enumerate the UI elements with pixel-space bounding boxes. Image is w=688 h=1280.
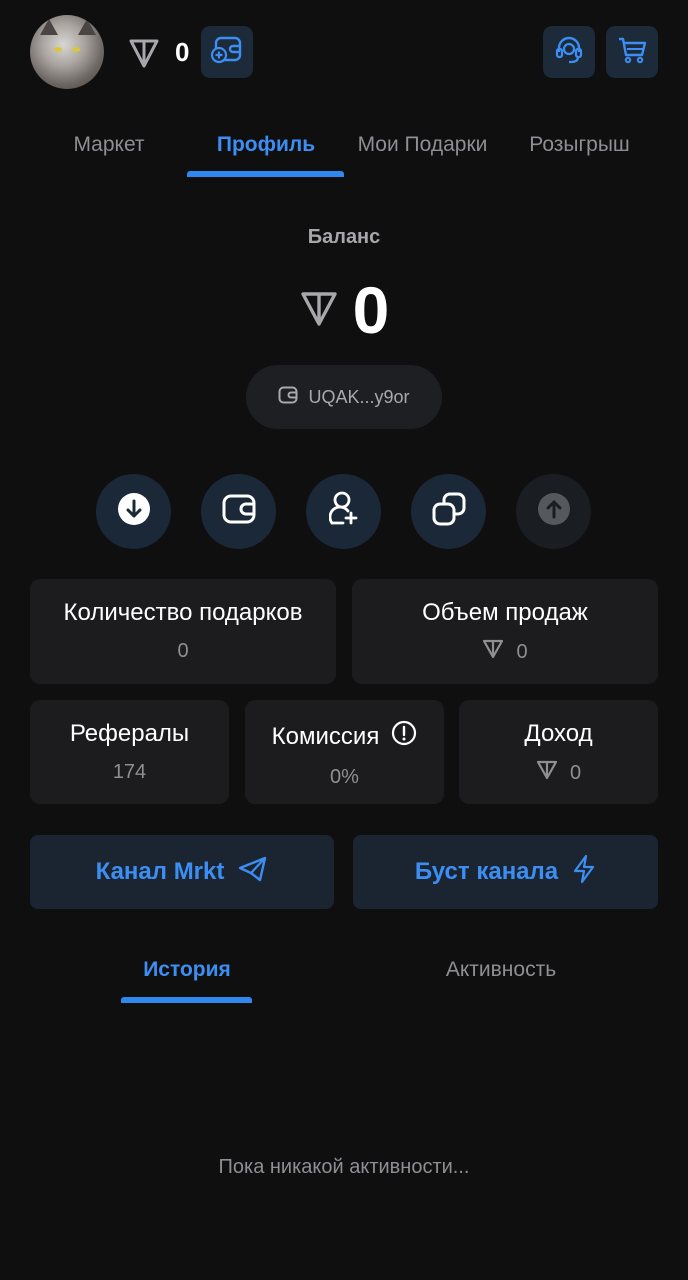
tab-history[interactable]: История — [30, 958, 344, 982]
ton-icon — [536, 760, 558, 786]
tab-market[interactable]: Маркет — [30, 130, 188, 160]
stat-value-text: 174 — [112, 761, 147, 783]
wallet-icon — [278, 386, 298, 409]
header-balance: 0 — [175, 37, 190, 67]
ton-icon — [127, 36, 161, 70]
withdraw-icon — [537, 492, 571, 531]
stat-card-gifts-count: Количество подарков 0 — [30, 579, 336, 684]
stat-title: Рефералы — [69, 720, 190, 747]
copy-button[interactable] — [411, 474, 486, 549]
cart-button[interactable] — [606, 26, 658, 78]
stat-title: Комиссия — [271, 722, 380, 750]
lightning-icon — [572, 854, 596, 891]
add-user-icon — [328, 491, 359, 532]
channel-button-label: Канал Mrkt — [95, 858, 225, 885]
add-referral-button[interactable] — [306, 474, 381, 549]
info-icon[interactable] — [391, 720, 417, 753]
stat-title: Доход — [524, 720, 593, 747]
balance-label: Баланс — [307, 226, 381, 248]
stat-value-text: 0% — [330, 766, 359, 788]
stat-title: Количество подарков — [63, 599, 303, 626]
copy-icon — [432, 492, 466, 531]
tab-my-gifts[interactable]: Мои Подарки — [344, 130, 501, 160]
wallet-add-icon — [210, 35, 244, 70]
stat-title-row: Комиссия — [245, 720, 444, 753]
stat-value: 174 — [30, 760, 229, 784]
support-icon — [553, 34, 585, 71]
boost-button[interactable]: Буст канала — [353, 835, 658, 909]
channel-button[interactable]: Канал Mrkt — [30, 835, 334, 909]
avatar-ear-left — [40, 19, 58, 35]
tab-giveaway[interactable]: Розыгрыш — [501, 130, 658, 160]
deposit-icon — [117, 492, 151, 531]
wallet-icon — [222, 494, 256, 529]
balance-row: 0 — [0, 270, 688, 350]
avatar-eye-right — [72, 47, 80, 52]
telegram-icon — [238, 855, 268, 890]
support-button[interactable] — [543, 26, 595, 78]
stat-value: 0% — [245, 765, 444, 789]
boost-button-label: Буст канала — [414, 858, 559, 885]
stat-value: 0 — [459, 760, 658, 786]
stat-card-income: Доход 0 — [459, 700, 658, 804]
stat-value-text: 0 — [569, 762, 582, 784]
wallet-button[interactable] — [201, 474, 276, 549]
stat-value: 0 — [352, 639, 658, 665]
wallet-address: UQAK...y9or — [308, 386, 410, 407]
stat-card-sales-volume: Объем продаж 0 — [352, 579, 658, 684]
empty-state-text: Пока никакой активности... — [218, 1156, 470, 1178]
avatar-eye-left — [54, 47, 62, 52]
withdraw-button[interactable] — [516, 474, 591, 549]
avatar[interactable] — [30, 15, 104, 89]
cart-icon — [616, 34, 648, 71]
stat-value-text: 0 — [516, 641, 528, 663]
bottom-tab-active-indicator — [121, 997, 252, 1003]
balance-value: 0 — [352, 273, 390, 347]
stat-value: 0 — [30, 639, 336, 663]
stat-value-text: 0 — [177, 640, 189, 662]
wallet-add-button[interactable] — [201, 26, 253, 78]
stat-title: Объем продаж — [422, 599, 588, 626]
tab-active-indicator — [187, 171, 344, 177]
ton-icon — [482, 639, 504, 665]
tab-activity[interactable]: Активность — [344, 958, 658, 982]
stat-card-commission: Комиссия 0% — [245, 700, 444, 804]
ton-icon — [299, 288, 339, 333]
wallet-address-pill[interactable]: UQAK...y9or — [246, 365, 442, 429]
stat-card-referrals: Рефералы 174 — [30, 700, 229, 804]
tab-profile[interactable]: Профиль — [187, 130, 345, 160]
avatar-ear-right — [78, 19, 96, 35]
deposit-button[interactable] — [96, 474, 171, 549]
